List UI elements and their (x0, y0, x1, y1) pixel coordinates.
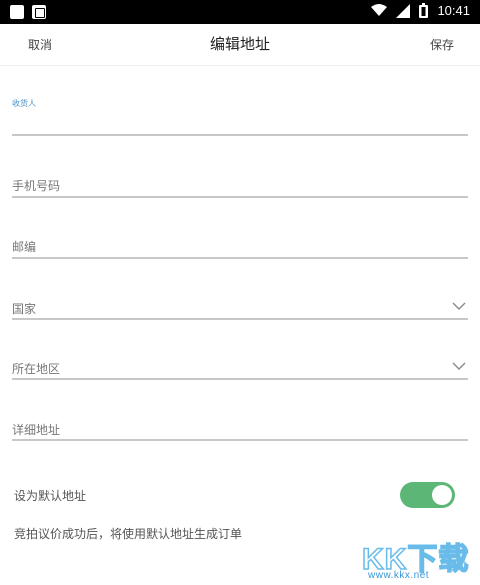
toggle-knob (432, 485, 452, 505)
nav-bar: 取消 编辑地址 保存 (0, 24, 480, 66)
region-select[interactable]: 所在地区 (12, 358, 468, 380)
default-address-note: 竞拍议价成功后，将使用默认地址生成订单 (14, 527, 243, 541)
phone-field[interactable]: 手机号码 (12, 176, 468, 198)
status-bar: 10:41 (0, 0, 480, 24)
wifi-icon (371, 4, 388, 16)
default-address-toggle[interactable] (400, 482, 455, 508)
zip-label: 邮编 (12, 240, 37, 254)
save-button[interactable]: 保存 (430, 36, 454, 53)
address-label: 详细地址 (12, 423, 61, 437)
watermark-url: www.kkx.net (368, 570, 430, 581)
status-bar-left (10, 5, 46, 19)
region-label: 所在地区 (12, 362, 61, 376)
image-icon (32, 5, 46, 19)
address-underline (12, 439, 468, 441)
default-address-label: 设为默认地址 (14, 489, 87, 503)
app-icon (10, 5, 24, 19)
country-label: 国家 (12, 302, 37, 316)
status-time: 10:41 (437, 3, 470, 18)
watermark: KK下载 www.kkx.net (361, 530, 474, 582)
country-select[interactable]: 国家 (12, 298, 468, 320)
chevron-down-icon (452, 302, 466, 310)
recipient-underline (12, 134, 468, 136)
battery-icon (419, 3, 429, 18)
chevron-down-icon (452, 362, 466, 370)
country-underline (12, 318, 468, 320)
zip-underline (12, 257, 468, 259)
phone-label: 手机号码 (12, 179, 61, 193)
recipient-label: 收货人 (12, 99, 36, 108)
phone-underline (12, 196, 468, 198)
zip-field[interactable]: 邮编 (12, 237, 468, 259)
signal-icon (396, 3, 411, 18)
address-field[interactable]: 详细地址 (12, 419, 468, 441)
recipient-field[interactable]: 收货人 (12, 98, 468, 136)
page-title: 编辑地址 (209, 35, 270, 53)
region-underline (12, 378, 468, 380)
status-bar-right: 10:41 (371, 3, 470, 18)
